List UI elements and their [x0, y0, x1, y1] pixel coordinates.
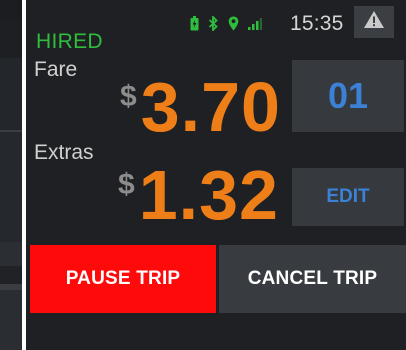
trip-status: HIRED: [36, 30, 103, 53]
fare-label: Fare: [34, 58, 78, 81]
edit-extras-button[interactable]: EDIT: [292, 168, 404, 226]
strip-segment: [0, 58, 22, 130]
strip-segment: [0, 266, 22, 284]
status-clock: 15:35: [290, 12, 344, 35]
strip-segment: [0, 290, 22, 350]
pause-trip-button[interactable]: PAUSE TRIP: [30, 245, 216, 313]
extras-amount: $ 1.32: [118, 160, 279, 230]
adjacent-panel-strip: [0, 0, 22, 350]
taximeter-panel: 15:35 HIRED Fare $ 3.70 01 Extras $ 1.32…: [26, 0, 406, 350]
strip-segment: [0, 242, 22, 266]
bluetooth-icon: [208, 15, 219, 31]
fare-amount: $ 3.70: [120, 72, 281, 142]
battery-icon: [190, 15, 199, 31]
warning-icon: [363, 10, 385, 34]
strip-segment: [0, 132, 22, 242]
fare-currency: $: [120, 80, 137, 113]
location-icon: [228, 16, 239, 31]
cancel-trip-button[interactable]: CANCEL TRIP: [219, 245, 406, 313]
passenger-count-button[interactable]: 01: [292, 60, 404, 132]
extras-currency: $: [118, 168, 135, 201]
extras-value: 1.32: [138, 156, 279, 234]
warning-button[interactable]: [354, 6, 394, 38]
status-icons: [190, 15, 262, 31]
fare-value: 3.70: [140, 68, 281, 146]
signal-icon: [248, 17, 262, 30]
extras-label: Extras: [34, 141, 94, 164]
